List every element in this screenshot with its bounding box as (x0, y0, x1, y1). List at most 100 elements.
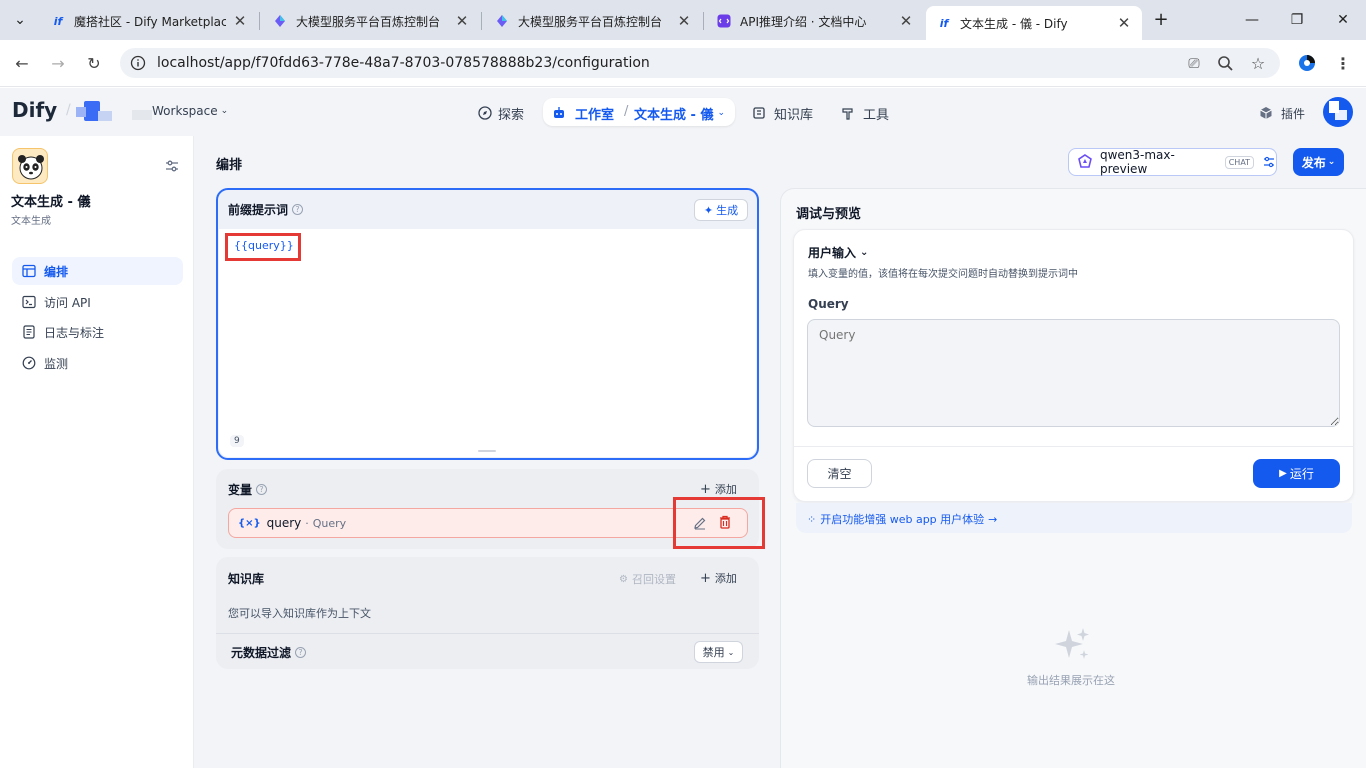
bailian-favicon-icon (272, 13, 288, 29)
model-name: qwen3-max-preview (1099, 148, 1175, 176)
zoom-icon[interactable] (1214, 52, 1238, 76)
dify-logo[interactable]: Dify (12, 98, 57, 122)
nav-tools[interactable]: 工具 (841, 100, 889, 126)
browser-menu-icon[interactable]: ⋮ (1331, 52, 1355, 76)
site-info-icon[interactable] (130, 55, 146, 71)
help-icon[interactable]: ? (292, 204, 304, 215)
close-window-icon[interactable]: ✕ (1329, 8, 1357, 32)
workspace-selector[interactable]: Workspace ⌄ (152, 104, 228, 118)
sparkles-icon (1051, 624, 1093, 666)
nav-knowledge[interactable]: 知识库 (752, 100, 813, 126)
restore-window-icon[interactable]: ❐ (1283, 8, 1311, 32)
bailian-favicon-icon (494, 13, 510, 29)
docs-favicon-icon (716, 13, 732, 29)
sidebar-item-logs[interactable]: 日志与标注 (12, 318, 183, 346)
close-tab-icon[interactable]: ✕ (454, 12, 470, 30)
nav-plugins[interactable]: 插件 (1259, 100, 1305, 126)
chevron-down-icon: ⌄ (220, 106, 229, 116)
back-arrow-icon[interactable]: ← (10, 52, 34, 76)
user-input-title: 用户输入 (808, 246, 857, 260)
query-textarea[interactable] (807, 319, 1340, 427)
tab-title: 大模型服务平台百炼控制台 (296, 14, 441, 29)
recall-settings-label: 召回设置 (631, 573, 676, 586)
plus-icon: + (700, 481, 711, 497)
resize-handle[interactable] (478, 450, 496, 452)
metadata-filter-header: 元数据过滤 ? (231, 644, 307, 661)
workspace-blur-icon (132, 110, 152, 120)
metadata-filter-value: 禁用 (702, 646, 725, 659)
app-sidebar (0, 136, 194, 768)
user-avatar[interactable] (1321, 96, 1355, 128)
bookmark-star-icon[interactable]: ☆ (1246, 52, 1270, 76)
extension-icon[interactable] (1297, 53, 1317, 73)
tab-title: 大模型服务平台百炼控制台 (518, 14, 663, 29)
tab-divider (481, 12, 482, 30)
clear-button[interactable]: 清空 (807, 459, 872, 488)
chevron-down-icon: ⌄ (1327, 157, 1336, 167)
tab-search-button[interactable]: ⌄ (6, 8, 34, 32)
browser-tab-4[interactable]: API推理介绍 · 文档中心 ✕ (706, 6, 924, 36)
variable-row[interactable]: {×} query · Query (228, 508, 748, 538)
play-icon: ▶ (1279, 468, 1287, 479)
page-title: 编排 (216, 158, 243, 173)
help-icon[interactable]: ? (295, 647, 307, 658)
reload-icon[interactable]: ↻ (82, 52, 106, 76)
publish-label: 发布 (1301, 155, 1326, 170)
close-tab-icon[interactable]: ✕ (898, 12, 914, 30)
layout-icon (22, 264, 36, 278)
sidebar-item-orchestrate[interactable]: 编排 (12, 257, 183, 285)
nav-studio[interactable]: 工作室 (552, 100, 614, 126)
hammer-icon (842, 108, 853, 120)
add-variable-button[interactable]: + 添加 (700, 481, 737, 497)
sparkle-icon: ✦ (703, 203, 714, 217)
chevron-down-icon: ⌄ (727, 647, 735, 657)
knowledge-title: 知识库 (228, 572, 265, 586)
url-text[interactable]: localhost/app/f70fdd63-778e-48a7-8703-07… (157, 55, 650, 71)
highlight-box-prompt (225, 233, 301, 261)
divider (793, 446, 1354, 447)
help-icon[interactable]: ? (256, 484, 268, 495)
nav-plugins-label: 插件 (1281, 106, 1306, 121)
browser-tab-3[interactable]: 大模型服务平台百炼控制台 ✕ (484, 6, 702, 36)
browser-tab-1[interactable]: if 魔搭社区 - Dify Marketplac ✕ (40, 6, 258, 36)
prompt-title: 前缀提示词 (228, 203, 289, 217)
sidebar-item-label: 访问 API (44, 295, 91, 310)
query-field-label: Query (808, 297, 849, 311)
add-knowledge-button[interactable]: + 添加 (700, 570, 737, 586)
variables-title: 变量 (228, 483, 253, 497)
qwen-logo-icon (1078, 154, 1092, 168)
nav-explore[interactable]: 探索 (478, 100, 524, 126)
chevron-down-icon: ⌄ (860, 247, 869, 258)
close-tab-icon[interactable]: ✕ (1116, 14, 1132, 32)
highlight-box-actions (673, 497, 765, 549)
metadata-filter-select[interactable]: 禁用 ⌄ (694, 641, 743, 663)
minimize-window-icon[interactable]: — (1238, 8, 1266, 32)
terminal-icon (22, 295, 36, 309)
tab-title: 魔搭社区 - Dify Marketplac (74, 14, 226, 29)
add-knowledge-label: 添加 (714, 572, 737, 585)
char-count: 9 (230, 435, 244, 447)
knowledge-hint: 您可以导入知识库作为上下文 (228, 607, 371, 620)
grid-icon: ⁘ (807, 512, 817, 526)
new-tab-icon[interactable]: + (1147, 8, 1175, 32)
close-tab-icon[interactable]: ✕ (676, 12, 692, 30)
variable-key: query (266, 516, 302, 530)
nav-app-switcher[interactable]: 文本生成 - 儀 ⌄ (634, 100, 725, 126)
run-button[interactable]: ▶ 运行 (1253, 459, 1340, 488)
model-selector[interactable]: qwen3-max-preview CHAT (1068, 148, 1277, 176)
prompt-editor[interactable] (219, 229, 756, 457)
install-app-icon[interactable]: ⎚ (1182, 52, 1206, 76)
browser-tab-5-active[interactable]: if 文本生成 - 儀 - Dify ✕ (926, 6, 1142, 40)
dify-favicon-icon: if (53, 14, 63, 28)
sidebar-item-monitor[interactable]: 监测 (12, 349, 183, 377)
sidebar-settings-icon[interactable] (164, 158, 180, 174)
browser-tab-2[interactable]: 大模型服务平台百炼控制台 ✕ (262, 6, 480, 36)
user-input-toggle[interactable]: 用户输入 ⌄ (808, 244, 868, 261)
publish-button[interactable]: 发布 ⌄ (1293, 148, 1344, 176)
forward-arrow-icon[interactable]: → (46, 52, 70, 76)
close-tab-icon[interactable]: ✕ (232, 12, 248, 30)
feature-link[interactable]: ⁘ 开启功能增强 web app 用户体验 → (807, 511, 997, 527)
recall-settings-button[interactable]: ⚙ 召回设置 (619, 571, 676, 587)
generate-button[interactable]: ✦ 生成 (694, 199, 748, 221)
sidebar-item-api[interactable]: 访问 API (12, 288, 183, 316)
